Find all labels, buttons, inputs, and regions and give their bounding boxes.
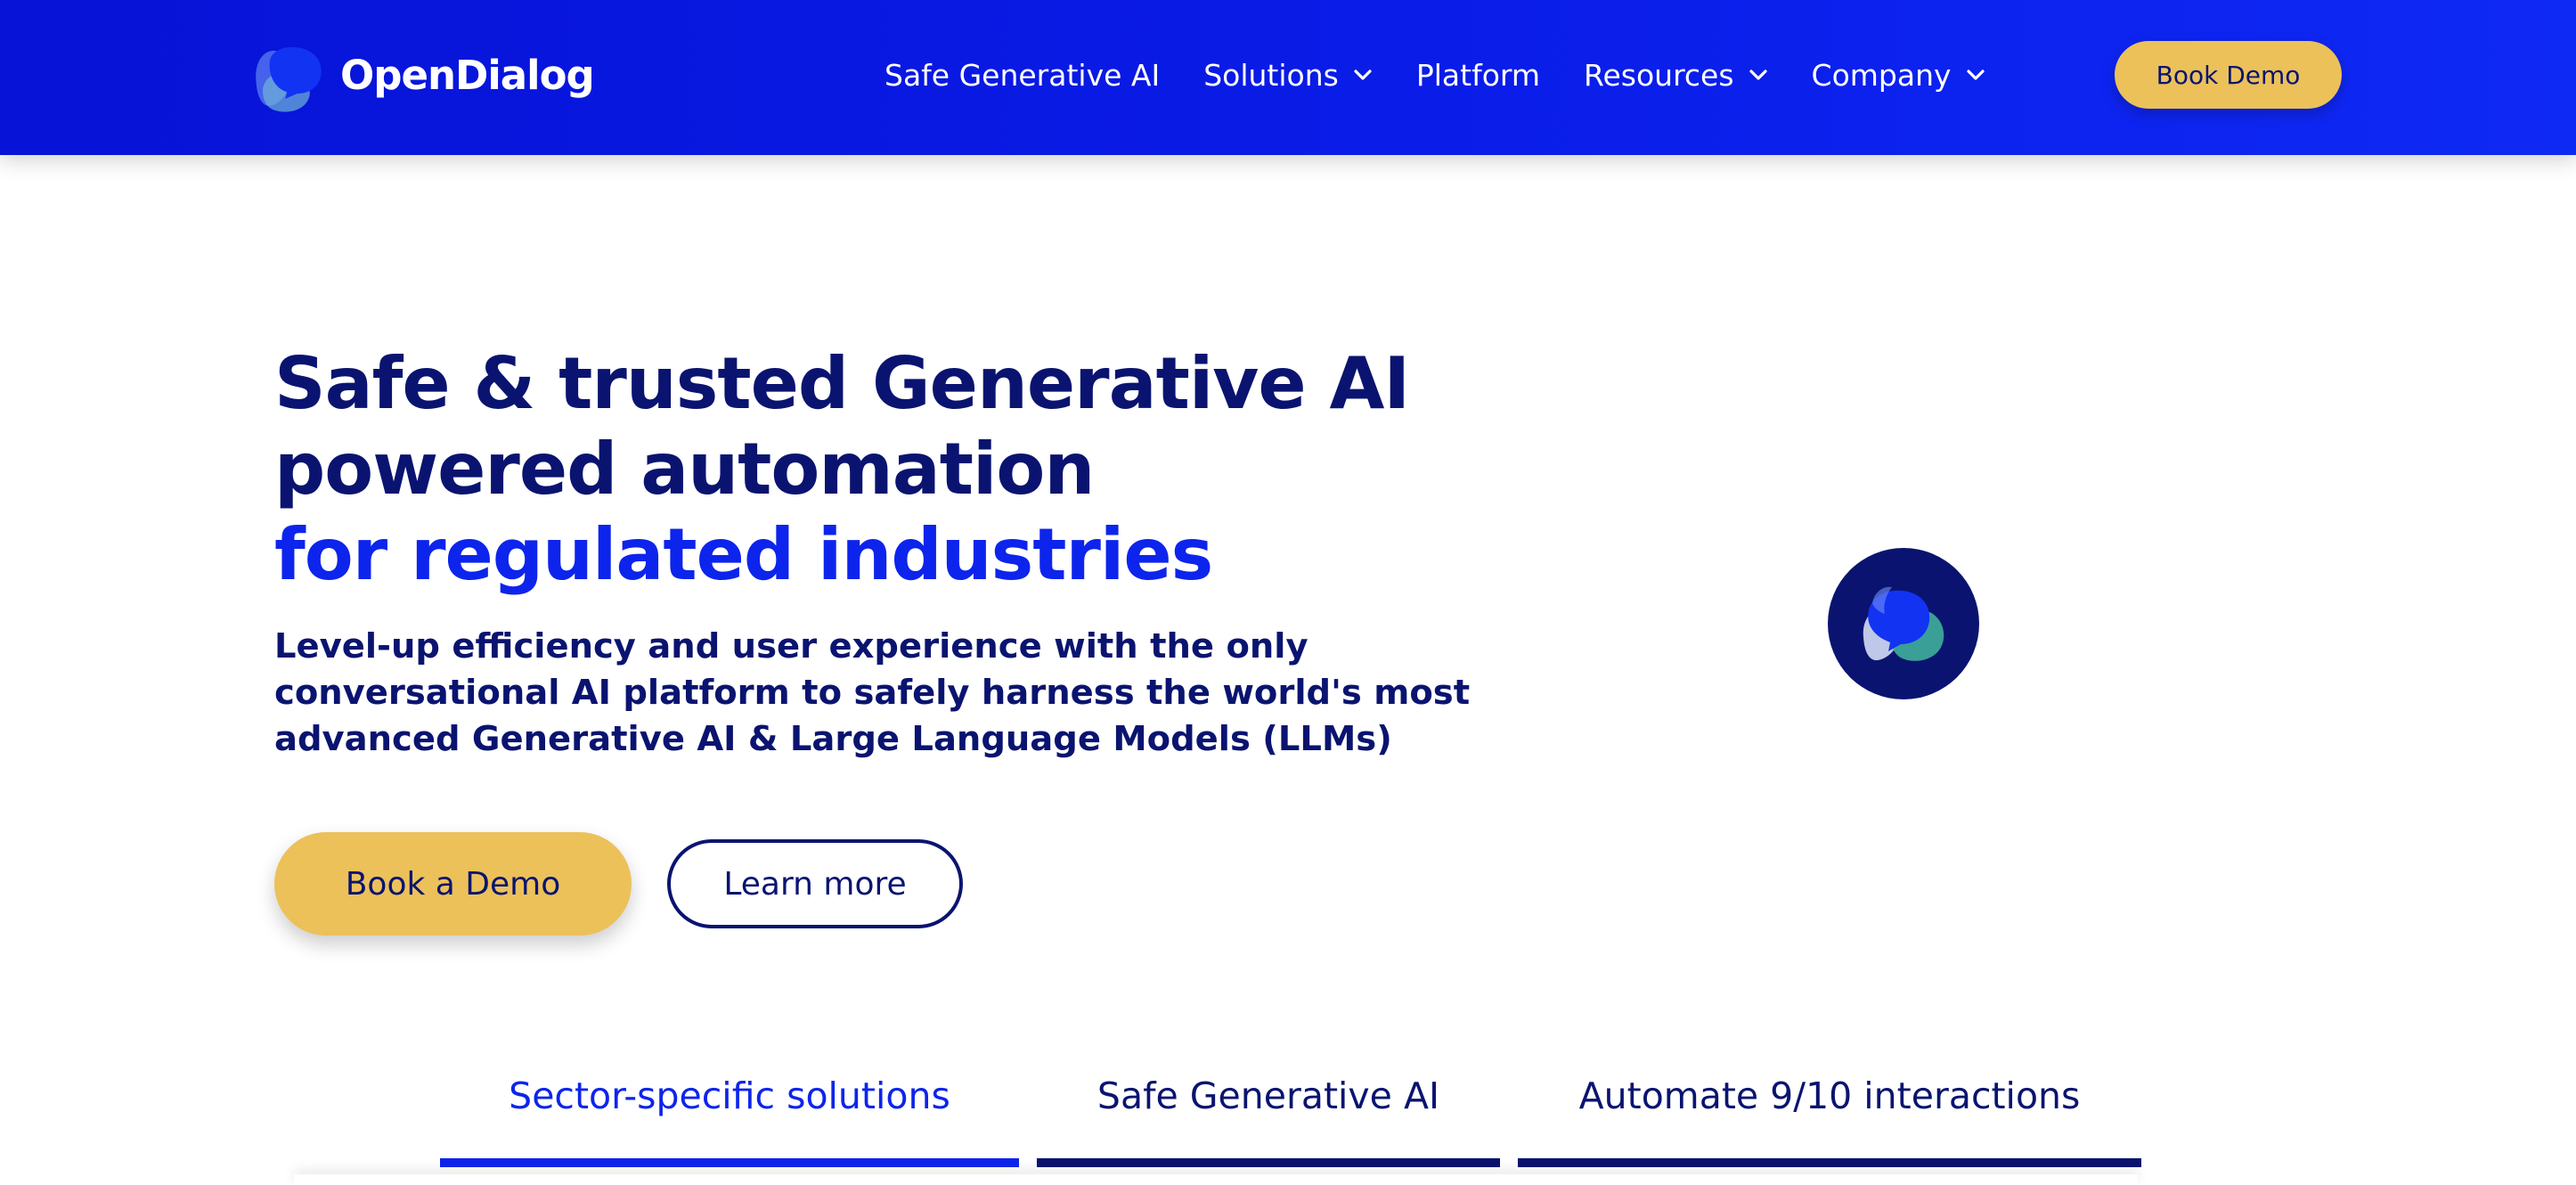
learn-more-button[interactable]: Learn more — [667, 839, 963, 928]
chevron-down-icon — [1966, 69, 1985, 81]
hero-subtitle-line: Level-up efficiency and user experience … — [274, 626, 1308, 666]
book-a-demo-button[interactable]: Book a Demo — [274, 832, 632, 936]
opendialog-logo-icon — [256, 46, 322, 112]
brand-name: OpenDialog — [340, 51, 595, 99]
top-navbar: OpenDialog Safe Generative AI Solutions … — [0, 0, 2576, 155]
hero-subtitle-line: advanced Generative AI & Large Language … — [274, 719, 1392, 759]
nav-item-resources[interactable]: Resources — [1584, 61, 1768, 90]
tab-panel — [294, 1174, 2138, 1185]
opendialog-chat-bubble-icon — [1828, 548, 1979, 699]
chevron-down-icon — [1749, 69, 1768, 81]
hero-title-line: Safe & trusted Generative AI — [274, 342, 1410, 425]
nav-item-label: Platform — [1415, 57, 1541, 93]
nav-item-label: Company — [1811, 57, 1952, 93]
tab-safe-generative-ai[interactable]: Safe Generative AI — [1037, 1060, 1500, 1167]
hero-title: Safe & trusted Generative AI powered aut… — [274, 341, 1521, 598]
hero-title-line: powered automation — [274, 428, 1095, 511]
hero-subtitle: Level-up efficiency and user experience … — [274, 624, 1471, 763]
hero-subtitle-line: conversational AI platform to safely har… — [274, 673, 1471, 713]
feature-tabs: Sector-specific solutions Safe Generativ… — [0, 1060, 2576, 1167]
book-demo-button[interactable]: Book Demo — [2115, 41, 2342, 109]
main-nav: Safe Generative AI Solutions Platform Re… — [884, 0, 1985, 150]
nav-item-label: Solutions — [1203, 57, 1339, 93]
tab-underline — [1037, 1158, 1500, 1167]
nav-item-label: Safe Generative AI — [884, 57, 1161, 93]
hero-title-accent: for regulated industries — [274, 513, 1213, 596]
tab-underline — [440, 1158, 1019, 1167]
tab-automate-interactions[interactable]: Automate 9/10 interactions — [1518, 1060, 2141, 1167]
tab-label: Safe Generative AI — [1096, 1075, 1440, 1117]
nav-item-solutions[interactable]: Solutions — [1203, 61, 1373, 90]
nav-item-label: Resources — [1584, 57, 1734, 93]
nav-item-platform[interactable]: Platform — [1416, 61, 1540, 90]
brand-logo[interactable]: OpenDialog — [246, 30, 595, 119]
tab-label: Automate 9/10 interactions — [1578, 1075, 2081, 1117]
nav-item-company[interactable]: Company — [1812, 61, 1985, 90]
chevron-down-icon — [1353, 69, 1373, 81]
tab-sector-specific-solutions[interactable]: Sector-specific solutions — [440, 1060, 1019, 1167]
tab-label: Sector-specific solutions — [509, 1075, 950, 1117]
nav-item-safe-generative-ai[interactable]: Safe Generative AI — [884, 61, 1160, 90]
tab-underline — [1518, 1158, 2141, 1167]
